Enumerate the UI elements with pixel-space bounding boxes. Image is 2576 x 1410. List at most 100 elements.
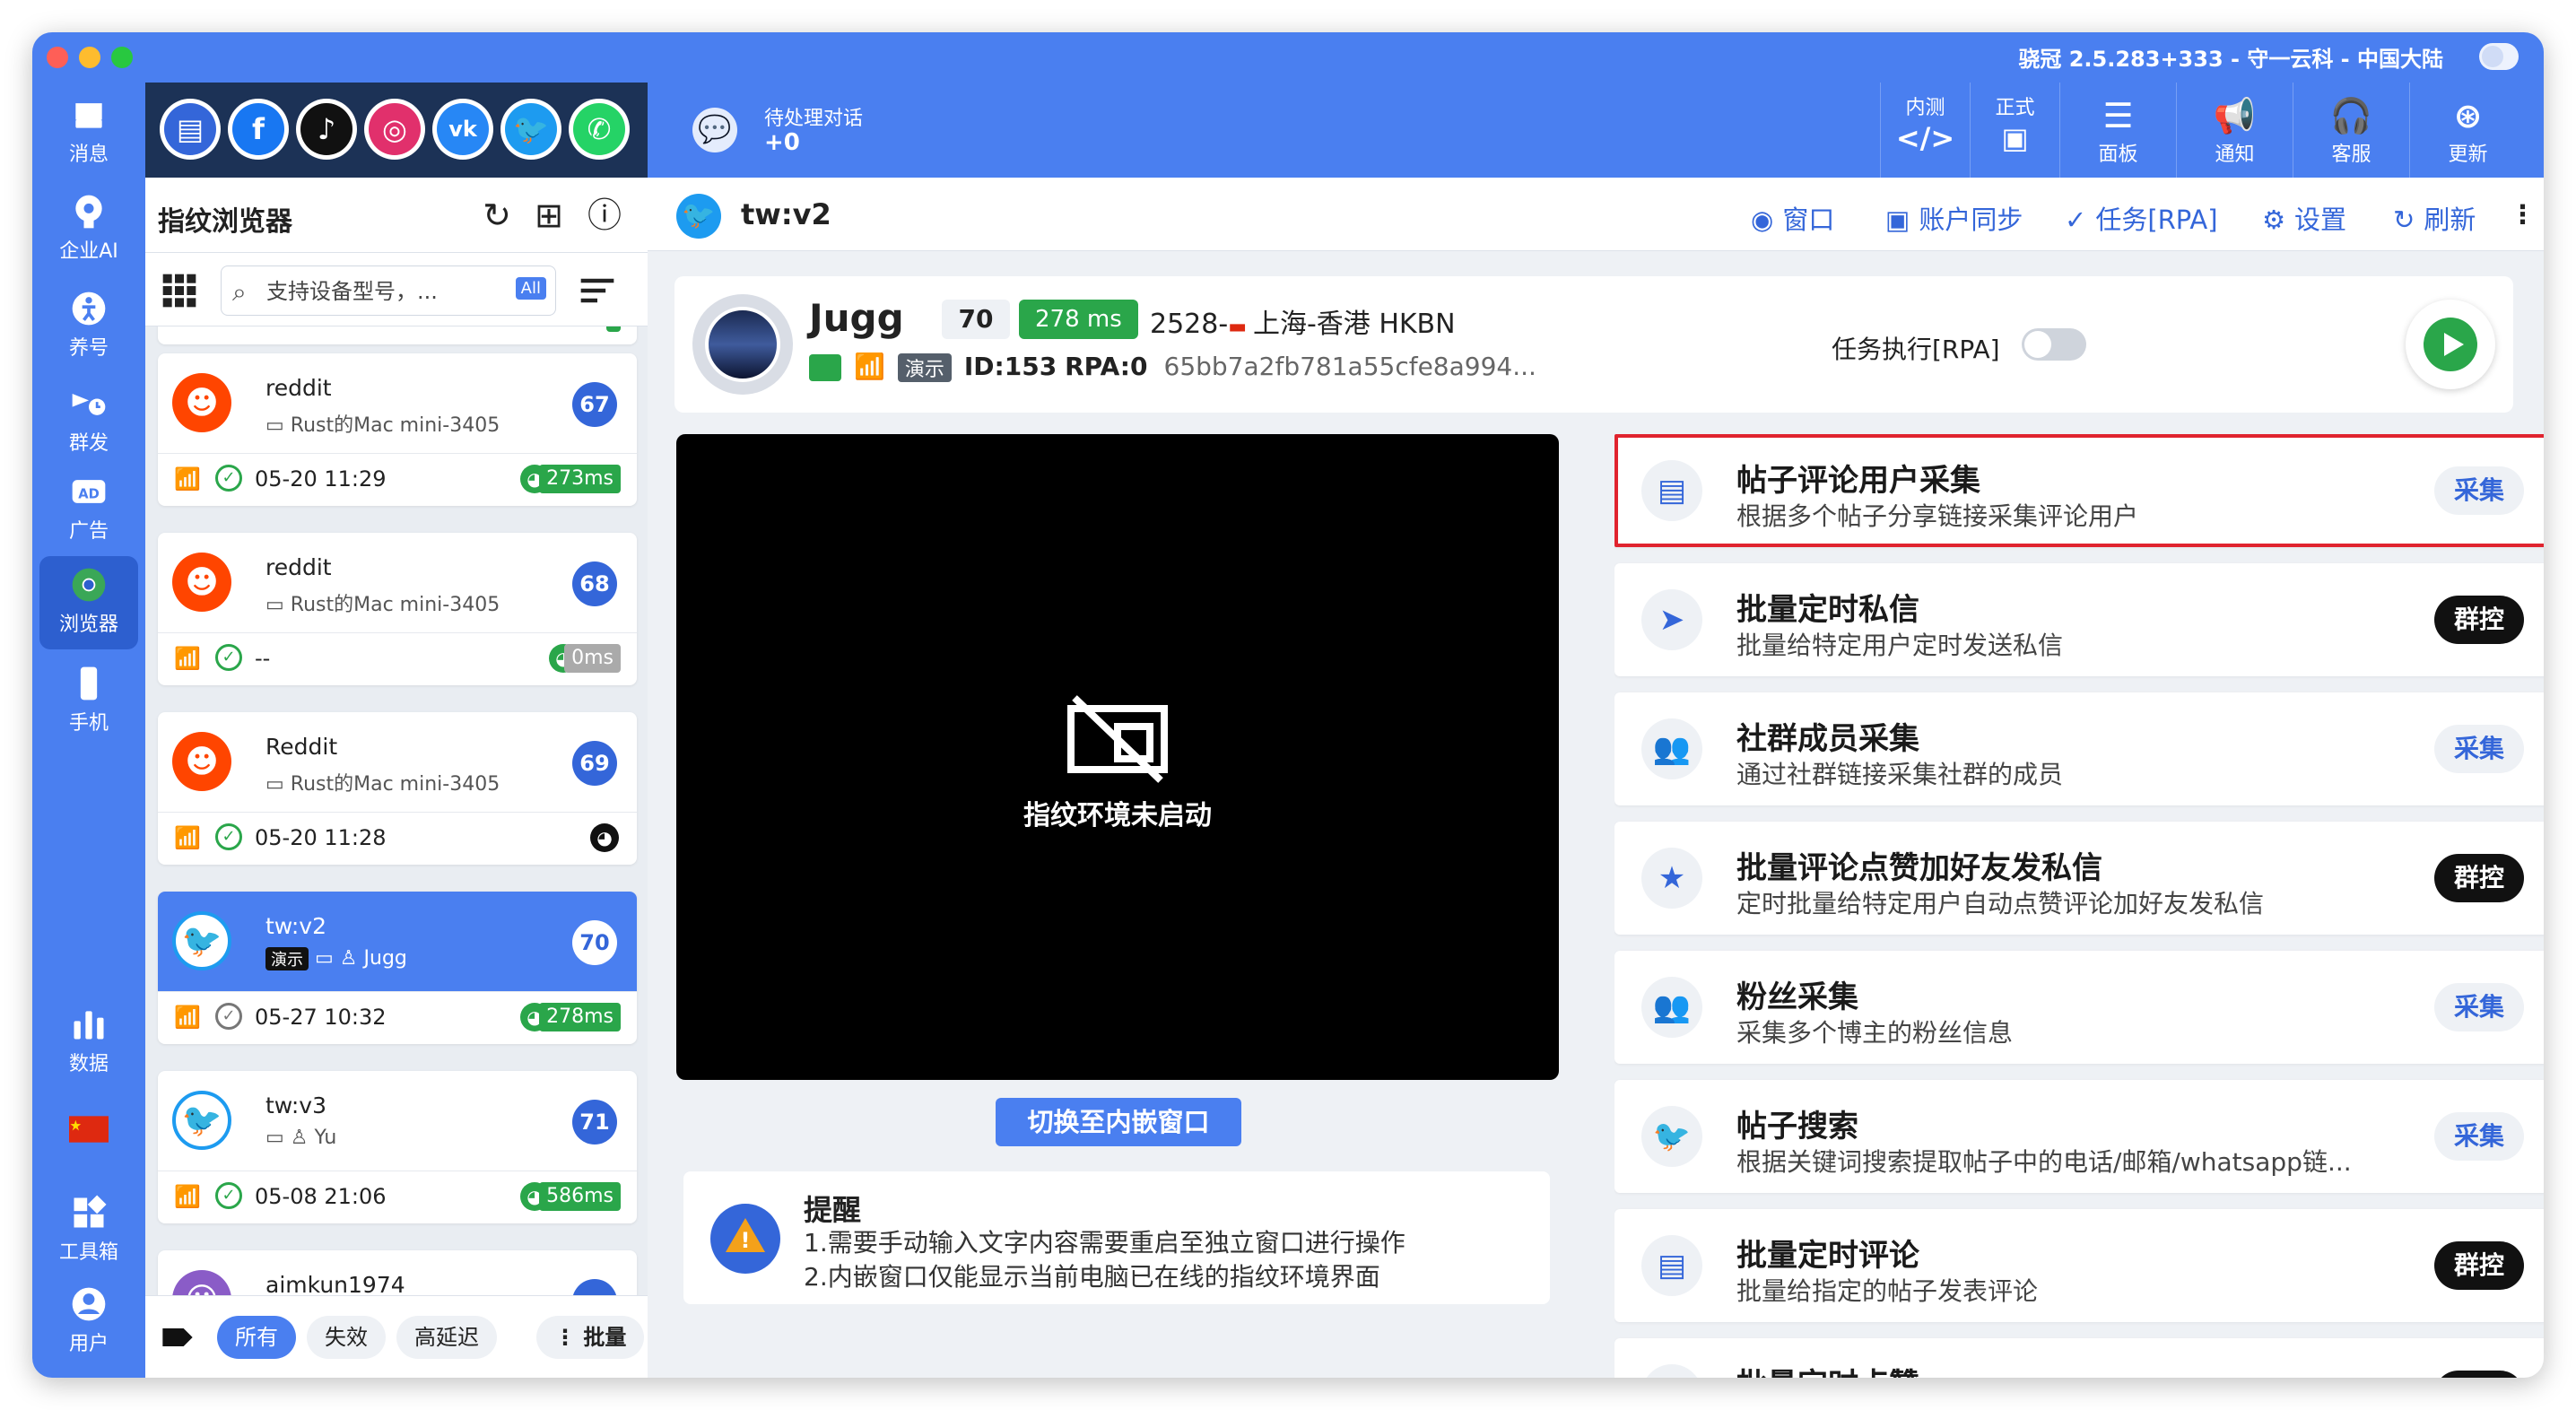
update-button[interactable]: ⊛ 更新 [2409, 83, 2526, 178]
rpa-task-action[interactable]: ✓ 任务[RPA] [2065, 199, 2218, 237]
instagram-icon: ◎ [369, 103, 421, 155]
refresh-action[interactable]: ↻ 刷新 [2393, 199, 2476, 237]
status-check-icon: ✓ [215, 465, 242, 492]
rail-item-nurture[interactable]: 养号 [39, 280, 138, 366]
group-control-button[interactable]: 群控 [2433, 596, 2524, 644]
profile-card[interactable]: 🐦 tw:v3 ▭ ♙ Yu 71 📶 ✓ 05-08 21:06 ◕ 586m… [158, 1071, 637, 1223]
task-list[interactable]: ▤ 帖子评论用户采集 根据多个帖子分享链接采集评论用户 采集 ➤ 批量定时私信 … [1614, 434, 2544, 1378]
profile-list[interactable]: ☻ reddit ▭ Rust的Mac mini-3405 67 📶 ✓ 05-… [145, 326, 648, 1295]
inbox-icon [69, 95, 109, 135]
filter-all-button[interactable]: 所有 [217, 1316, 296, 1359]
profile-meta: 📶 演示 ID:153 RPA:0 65bb7a2fb781a55cfe8a994..… [809, 352, 1536, 382]
rail-item-broadcast[interactable]: 群发 [39, 375, 138, 461]
task-item-comment-like-add-friend[interactable]: ★ 批量评论点赞加好友发私信 定时批量给特定用户自动点赞评论加好友发私信 群控 [1614, 822, 2544, 935]
filter-high-latency-button[interactable]: 高延迟 [396, 1316, 497, 1359]
status-check-icon: ✓ [215, 823, 242, 850]
laptop-icon: ▭ [265, 414, 291, 437]
filter-invalid-button[interactable]: 失效 [307, 1316, 386, 1359]
star-ticket-icon: ★ [1641, 848, 1702, 909]
globe-icon: ◕ [590, 823, 619, 852]
platform-facebook[interactable]: f [228, 99, 289, 160]
rail-item-ai[interactable]: 企业AI [39, 183, 138, 269]
platform-whatsapp[interactable]: ✆ [569, 99, 630, 160]
platform-vk[interactable]: vk [432, 99, 493, 160]
profile-date: 05-20 11:28 [255, 825, 387, 850]
rail-item-toolbox[interactable]: 工具箱 [39, 1184, 138, 1270]
close-window-button[interactable] [47, 47, 68, 68]
rail-item-user[interactable]: 用户 [39, 1275, 138, 1362]
refresh-icon[interactable]: ↻ [475, 194, 518, 237]
platform-desktop-app[interactable]: ▤ [160, 99, 221, 160]
tag-icon[interactable] [160, 1319, 196, 1355]
prod-env-button[interactable]: 正式 ▣ [1970, 83, 2059, 178]
platform-tiktok[interactable]: ♪ [296, 99, 357, 160]
task-item-follower-collect[interactable]: 👥 粉丝采集 采集多个博主的粉丝信息 采集 [1614, 951, 2544, 1064]
rail-item-region[interactable] [39, 1105, 138, 1159]
task-item-comment-user-collect[interactable]: ▤ 帖子评论用户采集 根据多个帖子分享链接采集评论用户 采集 [1614, 434, 2544, 547]
task-title: 粉丝采集 [1736, 979, 1858, 1015]
task-item-scheduled-like[interactable]: ♥ 批量定时点赞 群控 [1614, 1338, 2544, 1378]
group-control-button[interactable]: 群控 [2433, 1241, 2524, 1290]
rpa-count: RPA:0 [1065, 352, 1148, 381]
search-icon: ⌕ [232, 277, 247, 307]
send-icon: ➤ [1641, 589, 1702, 650]
info-icon[interactable]: ⓘ [583, 194, 626, 237]
account-sync-action[interactable]: ▣ 账户同步 [1885, 199, 2023, 237]
collect-button[interactable]: 采集 [2433, 1112, 2524, 1161]
profile-date: -- [255, 646, 271, 671]
profile-card[interactable]: ☺ aimkun1974 [158, 1250, 637, 1295]
group-control-button[interactable]: 群控 [2433, 854, 2524, 902]
demo-tag: 演示 [265, 947, 309, 970]
user-icon [69, 1284, 109, 1324]
search-input[interactable] [266, 274, 500, 309]
rail-item-phone[interactable]: 手机 [39, 655, 138, 741]
more-vertical-icon[interactable]: ⋮ [2510, 199, 2536, 230]
platform-twitter[interactable]: 🐦 [500, 99, 561, 160]
beta-env-button[interactable]: 内测 </> [1880, 83, 1970, 178]
notifications-button[interactable]: 📢 通知 [2176, 83, 2293, 178]
task-item-scheduled-comment[interactable]: ▤ 批量定时评论 批量给指定的帖子发表评论 群控 [1614, 1209, 2544, 1322]
maximize-window-button[interactable] [111, 47, 133, 68]
rail-item-messages[interactable]: 消息 [39, 86, 138, 172]
task-item-scheduled-dm[interactable]: ➤ 批量定时私信 批量给特定用户定时发送私信 群控 [1614, 563, 2544, 676]
rail-item-data[interactable]: 数据 [39, 996, 138, 1082]
sort-icon[interactable] [578, 271, 617, 310]
profile-card[interactable]: ☻ Reddit ▭ Rust的Mac mini-3405 69 📶 ✓ 05-… [158, 712, 637, 865]
profile-card-selected[interactable]: 🐦 tw:v2 演示 ▭ ♙ Jugg 70 📶 ✓ 05-27 10:32 ◕… [158, 892, 637, 1044]
chat-bubble-icon[interactable]: 💬 [692, 108, 737, 152]
window-action[interactable]: ◉ 窗口 [1751, 199, 1834, 237]
task-item-post-search[interactable]: 🐦 帖子搜索 根据关键词搜索提取帖子中的电话/邮箱/whatsapp链... 采… [1614, 1080, 2544, 1193]
like-icon: ♥ [1641, 1364, 1702, 1378]
group-control-button[interactable]: 群控 [2433, 1371, 2524, 1378]
titlebar-toggle[interactable] [2479, 43, 2519, 70]
search-box[interactable]: ⌕ All [221, 265, 556, 316]
rail-item-ads[interactable]: AD 广告 [39, 463, 138, 549]
minimize-window-button[interactable] [79, 47, 100, 68]
grid-view-icon[interactable] [161, 273, 197, 309]
switch-embedded-window-button[interactable]: 切换至内嵌窗口 [996, 1098, 1241, 1146]
add-profile-icon[interactable]: ⊞ [527, 194, 570, 237]
task-desc: 采集多个博主的粉丝信息 [1736, 1018, 2014, 1048]
task-desc: 根据多个帖子分享链接采集评论用户 [1736, 501, 2139, 531]
panel-button[interactable]: ☰ 面板 [2059, 83, 2176, 178]
task-item-group-member-collect[interactable]: 👥 社群成员采集 通过社群链接采集社群的成员 采集 [1614, 692, 2544, 805]
wifi-icon: 📶 [854, 352, 885, 381]
profile-card[interactable]: ☻ reddit ▭ Rust的Mac mini-3405 68 📶 ✓ -- … [158, 533, 637, 685]
support-button[interactable]: 🎧 客服 [2293, 83, 2409, 178]
settings-action[interactable]: ⚙ 设置 [2262, 199, 2346, 237]
rpa-toggle[interactable] [2022, 328, 2086, 361]
ad-icon: AD [69, 472, 109, 511]
batch-button[interactable]: ⋮ 批量 [536, 1316, 645, 1359]
collect-button[interactable]: 采集 [2433, 983, 2524, 1031]
collect-button[interactable]: 采集 [2433, 466, 2524, 515]
profile-card[interactable]: ☻ reddit ▭ Rust的Mac mini-3405 67 📶 ✓ 05-… [158, 353, 637, 506]
start-button[interactable] [2406, 300, 2495, 389]
hk-flag-icon: ▬ [1228, 316, 1253, 338]
profile-card[interactable] [158, 326, 637, 344]
filter-all-badge[interactable]: All [515, 277, 546, 300]
task-title: 批量定时私信 [1736, 592, 1919, 628]
platform-instagram[interactable]: ◎ [364, 99, 425, 160]
latency-badge [606, 326, 621, 332]
collect-button[interactable]: 采集 [2433, 725, 2524, 773]
rail-item-browser[interactable]: 浏览器 [39, 556, 138, 649]
